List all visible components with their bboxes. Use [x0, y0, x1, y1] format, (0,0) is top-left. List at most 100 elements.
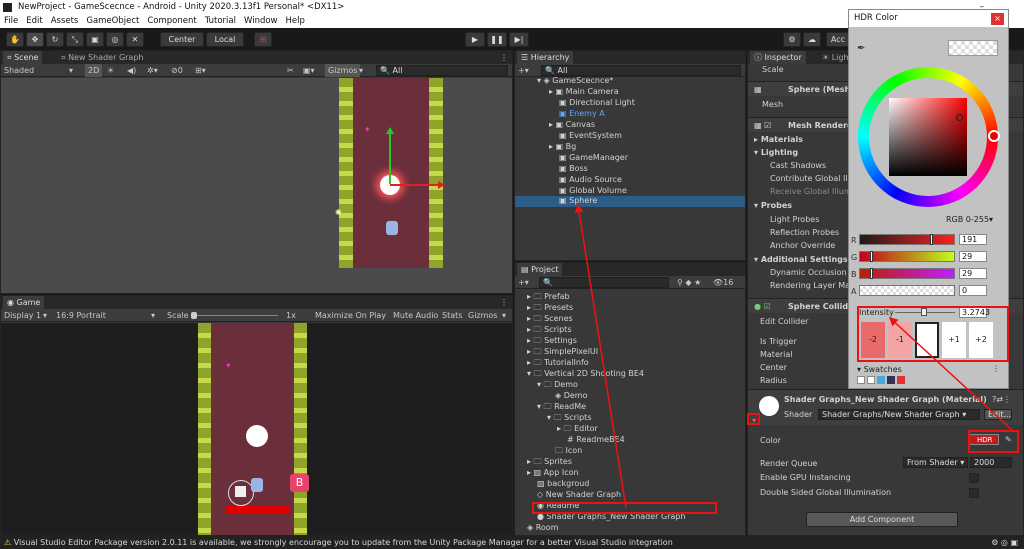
project-folder[interactable]: ▸ 🗀 Sprites [527, 457, 572, 467]
materials-foldout[interactable]: ▸ Materials [754, 135, 803, 145]
tab-game[interactable]: ◉ Game [3, 296, 45, 309]
project-folder[interactable]: ▸ 🗀 Prefab [527, 292, 570, 302]
pivot-center-button[interactable]: Center [160, 32, 204, 47]
project-asset[interactable]: ◇ New Shader Graph [537, 490, 621, 500]
hierarchy-item[interactable]: ▣ Global Volume [559, 186, 627, 196]
edit-shader-button[interactable]: Edit... [984, 409, 1012, 420]
intensity-stop-current[interactable] [915, 322, 939, 358]
gizmos-dropdown[interactable]: Gizmos [325, 64, 361, 77]
move-tool-icon[interactable]: ✥ [26, 32, 44, 47]
project-folder[interactable]: ▸ 🗀 Scripts [527, 325, 571, 335]
intensity-stop-plus1[interactable]: +1 [942, 322, 966, 358]
gizmo-y-arrow-icon[interactable] [386, 127, 394, 134]
scale-slider-thumb[interactable] [191, 312, 197, 319]
maximize-on-play-toggle[interactable]: Maximize On Play [315, 309, 386, 322]
hand-tool-icon[interactable]: ✋ [6, 32, 24, 47]
more-icon[interactable]: ⋮ [500, 296, 508, 309]
swatch-white[interactable] [857, 376, 865, 384]
g-slider-thumb[interactable] [870, 251, 873, 262]
additional-settings-foldout[interactable]: ▾ Additional Settings [754, 255, 848, 265]
rect-tool-icon[interactable]: ▣ [86, 32, 104, 47]
hierarchy-scene-root[interactable]: ▾ ◈ GameScecnce* [537, 76, 613, 86]
project-folder[interactable]: ▸ 🗀 Editor [557, 424, 598, 434]
project-folder[interactable]: ▸ 🗀 Scenes [527, 314, 573, 324]
hierarchy-item[interactable]: ▣ GameManager [559, 153, 628, 163]
project-asset[interactable]: ▸ ▨ App Icon [527, 468, 579, 478]
cloud-icon[interactable]: ☁ [803, 32, 821, 47]
project-folder[interactable]: ▸ 🗀 SimplePixelUI [527, 347, 598, 357]
audio-toggle-icon[interactable]: ◀) [127, 64, 136, 77]
project-asset[interactable]: # ReadmeBE4 [567, 435, 625, 445]
account-button[interactable]: Acc [826, 32, 850, 47]
filter-icon[interactable]: ⚲ ◆ ★ [677, 276, 701, 289]
lighting-foldout[interactable]: ▾ Lighting [754, 148, 798, 158]
swatch-red[interactable] [897, 376, 905, 384]
hierarchy-item[interactable]: ▸ ▣ Bg [549, 142, 576, 152]
g-value[interactable]: 29 [959, 251, 987, 262]
gpu-instancing-checkbox[interactable] [969, 473, 979, 483]
lighting-toggle-icon[interactable]: ☀ [107, 64, 114, 77]
project-folder[interactable]: ▾ 🗀 ReadMe [537, 402, 586, 412]
menu-file[interactable]: File [0, 16, 22, 26]
tab-inspector[interactable]: ⓘ Inspector [750, 51, 806, 64]
tab-project[interactable]: ▤ Project [517, 263, 563, 276]
tools-icon[interactable]: ✂ [287, 64, 294, 77]
r-value[interactable]: 191 [959, 234, 987, 245]
light-gizmo-icon[interactable]: ✺ [335, 208, 342, 217]
stats-toggle[interactable]: Stats [442, 309, 462, 322]
tab-scene[interactable]: ⌗ Scene [3, 51, 43, 64]
b-value[interactable]: 29 [959, 268, 987, 279]
intensity-stop-minus1[interactable]: -1 [888, 322, 912, 358]
menu-edit[interactable]: Edit [22, 16, 46, 26]
more-icon[interactable]: ⋮ [500, 51, 508, 64]
hierarchy-item[interactable]: ▸ ▣ Canvas [549, 120, 595, 130]
material-header[interactable]: Shader Graphs_New Shader Graph (Material… [748, 389, 1023, 425]
shading-mode-dropdown[interactable]: Shaded [4, 64, 34, 77]
a-value[interactable]: 0 [959, 285, 987, 296]
intensity-stop-plus2[interactable]: +2 [969, 322, 993, 358]
close-icon[interactable]: × [991, 13, 1004, 25]
hierarchy-item-selected[interactable]: ▣ Sphere [515, 196, 745, 207]
pause-button[interactable]: ❚❚ [487, 32, 507, 47]
game-viewport[interactable]: ✦ B [1, 323, 512, 535]
grid-snap-icon[interactable]: ⊞ [254, 32, 272, 47]
probes-foldout[interactable]: ▾ Probes [754, 201, 792, 211]
project-folder[interactable]: ▾ 🗀 Vertical 2D Shooting BE4 [527, 369, 644, 379]
project-folder[interactable]: ▾ 🗀 Scripts [547, 413, 591, 423]
eyedropper-icon[interactable]: ✎ [1005, 435, 1012, 445]
b-button[interactable]: B [290, 474, 309, 492]
custom-tool-icon[interactable]: ✕ [126, 32, 144, 47]
tab-new-shader-graph[interactable]: ⌗ New Shader Graph [57, 51, 147, 64]
swatches-menu-icon[interactable]: ⋮ [992, 364, 1000, 373]
hue-wheel[interactable] [858, 67, 1000, 207]
play-button[interactable]: ▶ [465, 32, 485, 47]
create-plus-icon[interactable]: +▾ [518, 64, 529, 77]
aspect-dropdown[interactable]: 16:9 Portrait [56, 309, 106, 322]
enemy-sprite-icon[interactable]: ✦ [364, 125, 371, 134]
eyedropper-icon[interactable]: ✒ [857, 43, 865, 54]
project-folder[interactable]: ▾ 🗀 Demo [537, 380, 578, 390]
hierarchy-item[interactable]: ▣ Audio Source [559, 175, 622, 185]
render-queue-dropdown[interactable]: From Shader ▾ [903, 457, 968, 468]
project-asset-material[interactable]: ● Shader Graphs_New Shader Graph [537, 512, 686, 522]
r-slider-thumb[interactable] [930, 234, 933, 245]
mute-audio-toggle[interactable]: Mute Audio [393, 309, 438, 322]
swatches-foldout[interactable]: ▾ Swatches [857, 365, 902, 374]
saturation-value-square[interactable] [889, 98, 967, 176]
project-folder[interactable]: ▸ 🗀 Settings [527, 336, 577, 346]
project-asset[interactable]: ◉ Readme [537, 501, 579, 511]
scale-slider[interactable] [193, 315, 278, 316]
transform-tool-icon[interactable]: ◎ [106, 32, 124, 47]
hierarchy-search-input[interactable]: 🔍 All [541, 65, 741, 76]
hierarchy-item[interactable]: ▣ Enemy A [559, 109, 605, 119]
sv-cursor[interactable] [956, 114, 963, 121]
project-asset[interactable]: ◈ Demo [555, 391, 587, 401]
render-queue-input[interactable]: 2000 [970, 457, 1012, 468]
hierarchy-item[interactable]: ▸ ▣ Main Camera [549, 87, 619, 97]
project-asset[interactable]: ▨ backgroud [537, 479, 589, 489]
hue-cursor[interactable] [988, 130, 1000, 142]
menu-window[interactable]: Window [240, 16, 282, 26]
swatch-blue[interactable] [877, 376, 885, 384]
player-sprite[interactable] [386, 221, 398, 235]
g-slider[interactable] [859, 251, 955, 262]
